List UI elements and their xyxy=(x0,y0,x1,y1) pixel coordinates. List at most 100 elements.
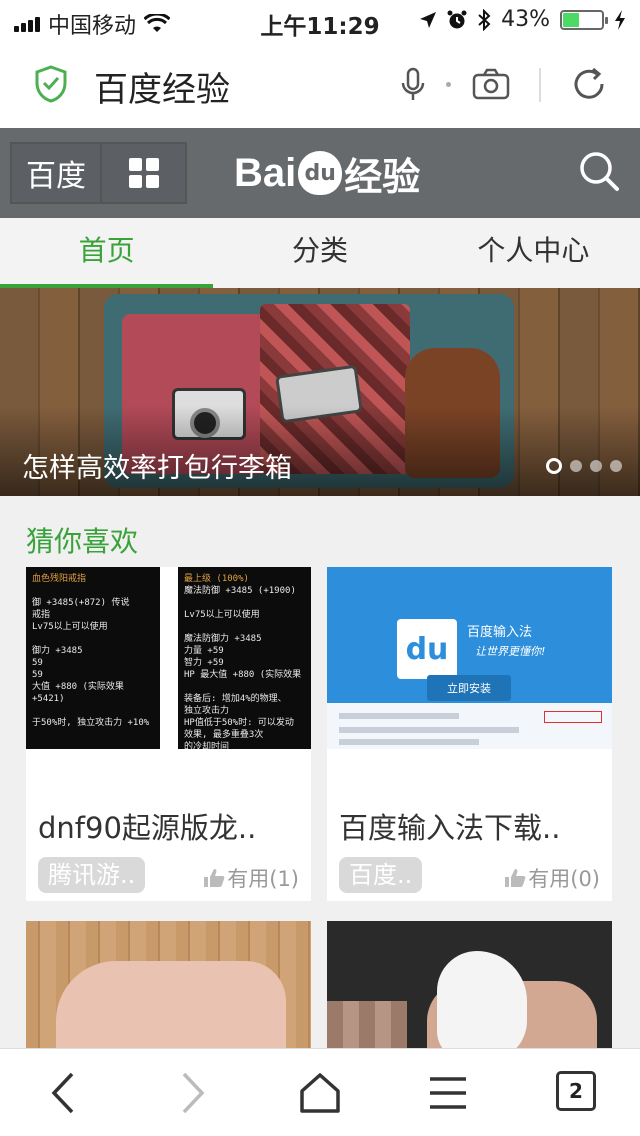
thumbnail-text-line xyxy=(32,741,154,749)
thumbnail-text-line: 效果, 最多重叠3次 xyxy=(184,730,264,740)
battery-icon xyxy=(560,9,608,30)
pixelated-area xyxy=(327,1001,407,1048)
logo-bai-text: Bai xyxy=(234,150,297,195)
carousel-dot[interactable] xyxy=(570,460,582,472)
bluetooth-icon xyxy=(478,8,491,31)
thumbnail-text-line: 于50%时, 独立攻击力 +10% xyxy=(32,718,150,728)
ime-slogan: 让世界更懂你! xyxy=(475,645,546,658)
site-header: 百度 Bai du 经验 xyxy=(0,128,640,218)
article-title[interactable]: dnf90起源版龙.. xyxy=(38,805,256,847)
article-card[interactable] xyxy=(26,921,311,1048)
charging-icon xyxy=(615,9,625,30)
browser-address-bar[interactable]: 百度经验 xyxy=(0,40,640,128)
ime-text-line xyxy=(339,713,459,719)
alarm-icon xyxy=(447,10,467,28)
thumbs-up-icon xyxy=(204,869,225,887)
thumbnail-text-line: 魔法防御力 +3485 xyxy=(184,634,262,644)
tab-category[interactable]: 分类 xyxy=(213,218,426,288)
apps-grid-icon[interactable] xyxy=(102,144,185,202)
thumbnail-text-line: 魔法防御 +3485 (+1900) xyxy=(184,586,296,596)
camera-icon[interactable] xyxy=(472,68,510,100)
search-icon[interactable] xyxy=(578,150,620,192)
thumbnail-text-line: 大值 +880 (实际效果 +5421) xyxy=(32,682,124,704)
tabs-icon[interactable]: 2 xyxy=(556,1071,596,1111)
thumbnail-text-line: Lv75以上可以使用 xyxy=(184,610,260,620)
divider xyxy=(539,68,541,102)
section-title: 猜你喜欢 xyxy=(26,525,139,558)
thumbnail-text-line: 力量 +59 xyxy=(184,646,224,656)
baidu-home-link[interactable]: 百度 xyxy=(12,144,102,202)
banner-caption[interactable]: 怎样高效率打包行李箱 xyxy=(22,446,292,485)
bottom-toolbar: 2 xyxy=(0,1048,640,1136)
article-thumbnail xyxy=(26,921,311,1048)
forward-icon[interactable] xyxy=(178,1071,208,1115)
back-icon[interactable] xyxy=(48,1071,78,1115)
battery-fill xyxy=(563,12,580,27)
useful-label: 有用(0) xyxy=(528,867,600,891)
useful-count[interactable]: 有用(1) xyxy=(203,863,299,893)
thumbnail-text-line: 独立攻击力 xyxy=(184,706,230,716)
ime-app-name: 百度输入法 xyxy=(467,625,533,640)
logo-du-text: du xyxy=(304,160,336,186)
article-card[interactable]: 血色残阳戒指 御 +3485(+872) 传说 戒指 Lv75以上可以使用 御力 … xyxy=(26,567,311,901)
thumbnail-text-line: 御 +3485(+872) 传说 xyxy=(32,598,130,608)
carousel-dot[interactable] xyxy=(610,460,622,472)
thumbnail-text-line: 59 xyxy=(32,670,43,680)
ime-text-line xyxy=(339,727,519,733)
lace-image xyxy=(437,951,527,1048)
carousel-dot[interactable] xyxy=(546,458,562,474)
shield-icon xyxy=(35,65,67,103)
page-title[interactable]: 百度经验 xyxy=(94,62,230,111)
separator-dot xyxy=(446,82,451,87)
menu-icon[interactable] xyxy=(428,1071,468,1115)
carousel-dot[interactable] xyxy=(590,460,602,472)
thumbnail-text-line: 装备后: 增加4%的物理、 xyxy=(184,694,287,704)
thumbnail-text-line: 戒指 xyxy=(32,610,51,620)
logo-jingyan-text: 经验 xyxy=(344,154,421,199)
status-bar: 中国移动 上午11:29 43% xyxy=(0,0,640,40)
home-icon[interactable] xyxy=(298,1071,342,1115)
hero-banner[interactable]: 怎样高效率打包行李箱 xyxy=(0,288,640,496)
article-card[interactable]: du 百度输入法 让世界更懂你! 立即安装 百度输入法下载.. 百度.. 有用(… xyxy=(327,567,612,901)
baidu-jingyan-logo[interactable]: Bai du 经验 xyxy=(234,142,420,204)
thumbnail-text-line: 最上级 (100%) xyxy=(184,574,249,584)
tab-personal-center[interactable]: 个人中心 xyxy=(427,218,640,288)
thumbnail-text-line xyxy=(32,633,154,645)
category-badge[interactable]: 腾讯游.. xyxy=(38,857,146,893)
thumbnail-text-line xyxy=(32,585,154,597)
thumbnail-text-line xyxy=(32,705,154,717)
highlight-box xyxy=(544,711,602,723)
ime-text-line xyxy=(339,739,479,745)
ime-logo: du xyxy=(397,619,457,679)
article-thumbnail xyxy=(327,921,612,1048)
microphone-icon[interactable] xyxy=(400,67,426,103)
article-title[interactable]: 百度输入法下载.. xyxy=(339,805,560,847)
battery-percent: 43% xyxy=(501,7,550,32)
main-tabs: 首页 分类 个人中心 xyxy=(0,218,640,288)
article-thumbnail: 血色残阳戒指 御 +3485(+872) 传说 戒指 Lv75以上可以使用 御力 … xyxy=(26,567,311,749)
ime-install-button: 立即安装 xyxy=(427,675,511,701)
hand-image xyxy=(56,961,286,1048)
tab-home[interactable]: 首页 xyxy=(0,218,214,288)
thumbnail-text-right: 最上级 (100%) 魔法防御 +3485 (+1900) Lv75以上可以使用 … xyxy=(178,567,311,749)
thumbnail-text-line: Lv75以上可以使用 xyxy=(32,622,108,632)
thumbnail-text-line xyxy=(32,729,154,741)
category-badge[interactable]: 百度.. xyxy=(339,857,423,893)
article-card[interactable] xyxy=(327,921,612,1048)
thumbnail-text-line xyxy=(184,597,306,609)
thumbnail-text-line: 59 xyxy=(32,658,43,668)
article-thumbnail: du 百度输入法 让世界更懂你! 立即安装 xyxy=(327,567,612,749)
tab-count: 2 xyxy=(569,1079,583,1103)
paw-logo-icon: du xyxy=(298,151,343,195)
location-icon xyxy=(420,11,437,28)
reload-icon[interactable] xyxy=(570,65,608,103)
thumbnail-text-line: 御力 +3485 xyxy=(32,646,83,656)
baidu-nav-box[interactable]: 百度 xyxy=(10,142,187,204)
useful-count[interactable]: 有用(0) xyxy=(504,863,600,893)
thumbnail-text-line: HP值低于50%时: 可以发动 xyxy=(184,718,294,728)
thumbs-up-icon xyxy=(505,869,526,887)
thumbnail-text-line: 的冷却时间 xyxy=(184,742,230,749)
thumbnail-text-left: 血色残阳戒指 御 +3485(+872) 传说 戒指 Lv75以上可以使用 御力 … xyxy=(26,567,160,749)
carousel-indicator[interactable] xyxy=(546,458,622,474)
thumbnail-text-line: HP 最大值 +880 (实际效果 xyxy=(184,670,302,680)
